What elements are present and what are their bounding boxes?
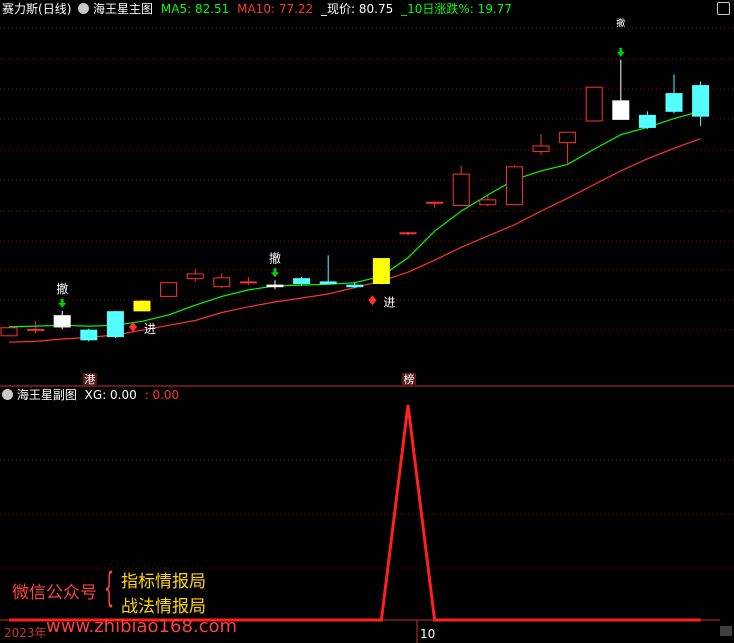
candle-body [213,277,231,288]
chart-canvas: 撤进 撤进 撤港 榜 [0,17,734,643]
dropdown-icon[interactable] [2,389,13,400]
period-label: (日线) [38,2,72,16]
watermark-line2: 战法情报局 [121,597,206,617]
candle-body [612,100,630,120]
candle-body [239,281,257,284]
ma5-label: MA5: 82.51 [160,2,230,16]
ma5-line [8,110,701,328]
candle-body [399,232,417,235]
candle-body [372,258,390,284]
bottom-tag: 榜 [404,372,415,386]
price-label: _现价: 80.75 [321,2,394,16]
candle-body [426,201,444,204]
candle-body [53,315,71,328]
signal-label: 进 [383,295,395,309]
candle-body [160,282,178,297]
candle-body [80,329,98,341]
candle-body [27,328,45,331]
candle-body [0,327,18,337]
watermark-left: 微信公众号 [12,583,97,603]
candle-body [346,284,364,288]
xg-value: : 0.00 [144,388,180,402]
signal-label: 进 [144,322,156,336]
candle-body [505,166,523,206]
scroll-handle [720,626,732,636]
candle-body [186,273,204,280]
candle-body [319,281,337,284]
candle-body [106,311,124,338]
down-arrow-icon [616,47,625,57]
bottom-tag: 港 [84,373,95,386]
signal-label: 撤 [56,281,68,296]
candle-body [638,114,656,128]
indicator-name[interactable]: 海王星主图 [93,2,153,16]
sub-indicator-name[interactable]: 海王星副图 [17,388,77,402]
candle-layer [0,59,710,342]
watermark-line1: 指标情报局 [121,572,206,592]
candle-body [266,284,284,288]
signal-label: 撤 [616,17,625,29]
dropdown-icon[interactable] [78,3,90,14]
ma5-layer [8,110,701,328]
candle-body [133,300,151,312]
diamond-icon [368,295,377,306]
candle-body [293,278,311,285]
sub-header: 海王星副图 XG: 0.00 : 0.00 [2,388,179,402]
ma10-label: MA10: 77.22 [237,2,314,16]
candle-body [452,173,470,206]
candle-body [532,145,550,153]
main-header: 赛力斯(日线) 海王星主图 MA5: 82.51 MA10: 77.22 _现价… [2,2,512,16]
watermark-brace: { [104,565,115,611]
candle-body [665,93,683,112]
xg-label: XG: 0.00 [84,388,137,402]
stock-name: 赛力斯 [2,2,39,16]
candle-body [585,86,603,122]
settings-icon[interactable] [717,2,730,15]
watermark-url: www.zhibiao168.com [46,616,238,637]
candle-body [692,85,710,117]
month-label: 10 [420,627,436,641]
candle-body [559,131,577,144]
candle-body [479,199,497,206]
signal-label: 撤 [269,250,281,265]
change-label: _10日涨跌%: 19.77 [401,2,512,16]
year-label: 2023年 [4,626,47,640]
